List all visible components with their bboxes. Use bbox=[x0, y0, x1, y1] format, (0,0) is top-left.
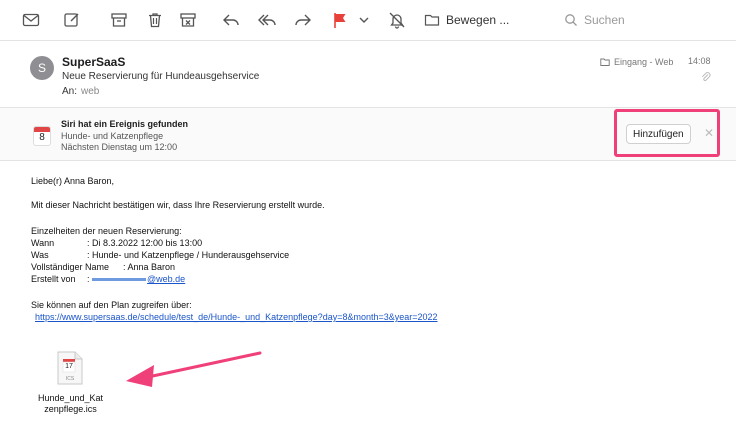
to-value[interactable]: web bbox=[81, 86, 99, 97]
mailbox-name: Eingang - Web bbox=[614, 57, 674, 67]
siri-event-time: Nächsten Dienstag um 12:00 bbox=[61, 142, 178, 152]
intro-text: Mit dieser Nachricht bestätigen wir, das… bbox=[31, 200, 325, 210]
avatar: S bbox=[30, 56, 54, 80]
attachment-clip-icon bbox=[700, 70, 712, 88]
ics-ext: ICS bbox=[65, 376, 75, 382]
calendar-icon: 8 bbox=[33, 126, 51, 146]
archive-icon[interactable] bbox=[109, 10, 129, 30]
recipient-line: An: web bbox=[62, 86, 99, 97]
folder-icon bbox=[600, 57, 610, 67]
ics-day: 17 bbox=[65, 363, 73, 370]
sender-name: SuperSaaS bbox=[62, 55, 126, 69]
add-event-button[interactable]: Hinzufügen bbox=[626, 124, 691, 144]
ics-file-icon[interactable]: 17 ICS bbox=[57, 351, 83, 385]
detail-wann: Wann: Di 8.3.2022 12:00 bis 13:00 bbox=[31, 238, 203, 248]
flag-icon[interactable] bbox=[330, 10, 350, 30]
toolbar: Bewegen ... Suchen bbox=[0, 0, 736, 40]
plan-text: Sie können auf den Plan zugreifen über: bbox=[31, 300, 192, 310]
close-icon[interactable]: ✕ bbox=[704, 126, 714, 140]
move-label: Bewegen ... bbox=[446, 13, 510, 27]
move-button[interactable]: Bewegen ... bbox=[424, 9, 509, 31]
detail-created-by: Erstellt von: @web.de bbox=[31, 274, 186, 284]
mute-icon[interactable] bbox=[387, 10, 407, 30]
search-placeholder: Suchen bbox=[584, 13, 625, 27]
trash-icon[interactable] bbox=[145, 10, 165, 30]
redacted-email bbox=[92, 278, 147, 282]
siri-divider bbox=[0, 160, 736, 161]
message-time: 14:08 bbox=[688, 56, 711, 66]
creator-email-link[interactable]: @web.de bbox=[92, 274, 185, 284]
attachment-filename[interactable]: Hunde_und_Kat zenpflege.ics bbox=[33, 393, 108, 415]
annotation-arrow bbox=[120, 347, 265, 397]
plan-link[interactable]: https://www.supersaas.de/schedule/test_d… bbox=[35, 312, 438, 323]
reply-icon[interactable] bbox=[221, 10, 241, 30]
new-message-icon[interactable] bbox=[62, 10, 82, 30]
flag-dropdown-icon[interactable] bbox=[354, 10, 369, 30]
to-label: An: bbox=[62, 86, 78, 97]
mailbox-label: Eingang - Web bbox=[600, 57, 673, 67]
toolbar-divider bbox=[0, 40, 736, 41]
search-icon bbox=[564, 13, 578, 27]
detail-was: Was: Hunde- und Katzenpflege / Hunderaus… bbox=[31, 250, 290, 260]
search-input[interactable]: Suchen bbox=[560, 9, 730, 31]
forward-icon[interactable] bbox=[293, 10, 313, 30]
folder-icon bbox=[424, 12, 440, 28]
siri-event-name: Hunde- und Katzenpflege bbox=[61, 131, 164, 141]
junk-icon[interactable] bbox=[178, 10, 198, 30]
detail-name: Vollständiger Name: Anna Baron bbox=[31, 262, 176, 272]
message-subject: Neue Reservierung für Hundeausgehservice bbox=[62, 71, 260, 82]
details-heading: Einzelheiten der neuen Reservierung: bbox=[31, 226, 182, 236]
greeting: Liebe(r) Anna Baron, bbox=[31, 176, 115, 186]
reply-all-icon[interactable] bbox=[257, 10, 277, 30]
compose-mail-icon[interactable] bbox=[21, 10, 41, 30]
siri-title: Siri hat ein Ereignis gefunden bbox=[61, 119, 189, 129]
